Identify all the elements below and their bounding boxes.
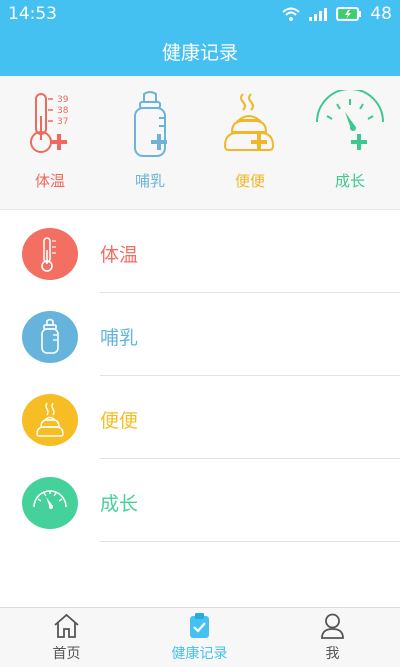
battery-icon (336, 7, 362, 21)
list-item-feeding[interactable]: 哺乳 (0, 293, 400, 376)
quick-add-bar: 39 38 37 体温 哺乳 便便 成长 (0, 76, 400, 210)
battery-level: 48 (370, 4, 392, 24)
quick-label-feeding: 哺乳 (134, 172, 165, 190)
list-item-label: 成长 (100, 493, 139, 515)
status-icons: 48 (282, 4, 392, 24)
clipboard-check-icon (190, 613, 209, 638)
status-bar: 14:53 48 (0, 0, 400, 28)
app-header: 14:53 48 健康记录 (0, 0, 400, 76)
gauge-icon (316, 90, 384, 150)
tab-home[interactable]: 首页 (0, 608, 133, 667)
quick-add-poop[interactable]: 便便 (200, 76, 300, 210)
bottom-tab-bar: 首页 健康记录 我 (0, 607, 400, 667)
quick-add-temperature[interactable]: 39 38 37 体温 (0, 76, 100, 210)
avatar (22, 477, 78, 529)
quick-label-temperature: 体温 (34, 172, 65, 190)
status-time: 14:53 (8, 4, 57, 24)
signal-icon (309, 8, 328, 21)
gauge-icon (33, 490, 67, 509)
divider (100, 541, 400, 542)
avatar (22, 311, 78, 363)
wifi-icon (282, 7, 301, 21)
poop-icon (36, 402, 64, 437)
baby-bottle-icon (41, 318, 59, 354)
thermo-tick-37: 37 (57, 117, 68, 127)
list-item-temperature[interactable]: 体温 (0, 210, 400, 293)
quick-add-feeding[interactable]: 哺乳 (100, 76, 200, 210)
list-item-poop[interactable]: 便便 (0, 376, 400, 459)
home-icon (54, 613, 79, 638)
tab-label-home: 首页 (52, 646, 81, 662)
tab-label-health-records: 健康记录 (171, 646, 228, 662)
list-item-label: 哺乳 (100, 327, 139, 349)
poop-icon (223, 93, 275, 151)
avatar (22, 394, 78, 446)
user-icon (321, 613, 344, 639)
page-title: 健康记录 (161, 42, 238, 64)
quick-label-growth: 成长 (334, 172, 365, 190)
quick-label-poop: 便便 (234, 172, 265, 190)
thermo-tick-38: 38 (57, 106, 69, 116)
quick-add-growth[interactable]: 成长 (300, 76, 400, 210)
thermometer-icon (41, 237, 56, 272)
list-item-label: 体温 (100, 244, 139, 266)
list-item-label: 便便 (100, 410, 139, 432)
tab-label-me: 我 (325, 646, 340, 662)
tab-me[interactable]: 我 (266, 608, 399, 667)
baby-bottle-icon (134, 91, 167, 157)
thermo-tick-39: 39 (57, 95, 69, 105)
thermometer-icon: 39 38 37 (30, 93, 69, 153)
tab-health-records[interactable]: 健康记录 (133, 608, 266, 667)
avatar (22, 228, 78, 280)
list-item-growth[interactable]: 成长 (0, 459, 400, 542)
